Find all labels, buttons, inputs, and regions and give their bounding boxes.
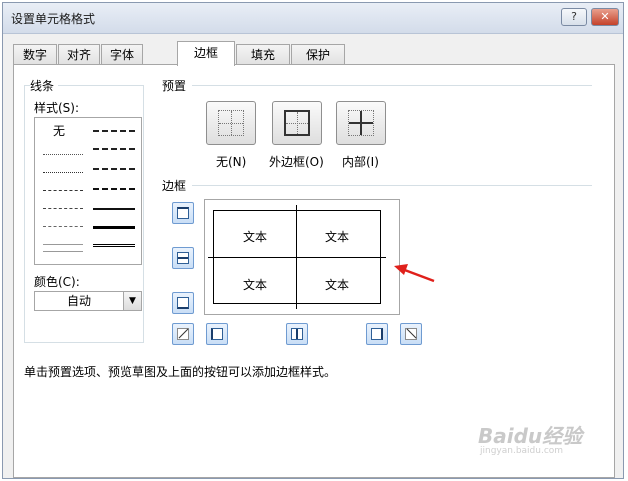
line-style-list[interactable]: 无 (34, 117, 142, 265)
tab-alignment[interactable]: 对齐 (58, 44, 100, 65)
line-style-label: 样式(S): (34, 99, 84, 116)
format-cells-dialog: 设置单元格格式 ? ✕ 数字 对齐 字体 边框 填充 保护 线条 样式(S): … (2, 2, 624, 479)
line-group-title: 线条 (30, 77, 59, 94)
line-style-double[interactable] (93, 244, 135, 250)
line-style-thick[interactable] (93, 226, 135, 229)
preset-none-label[interactable]: 无(N) (216, 153, 246, 170)
line-style-none[interactable]: 无 (53, 122, 65, 139)
preview-inner-horizontal (208, 257, 386, 258)
preset-inside-button[interactable] (336, 101, 386, 145)
border-bottom-button[interactable] (172, 292, 194, 314)
preview-cell-text: 文本 (243, 278, 268, 292)
hint-text: 单击预置选项、预览草图及上面的按钮可以添加边框样式。 (24, 365, 337, 379)
preset-inside-icon (348, 110, 374, 136)
help-button[interactable]: ? (561, 8, 587, 26)
line-style-slant-dash[interactable] (93, 148, 135, 150)
line-style-dash-dot[interactable] (43, 208, 83, 209)
arrow-shaft (401, 267, 435, 283)
line-style-dashed-medium[interactable] (93, 188, 135, 190)
border-diagonal-up-button[interactable] (172, 323, 194, 345)
border-left-button[interactable] (206, 323, 228, 345)
preset-outline-button[interactable] (272, 101, 322, 145)
presets-group-title: 预置 (162, 77, 191, 94)
color-select[interactable]: 自动 ▼ (34, 291, 142, 311)
diagonal-up-icon (177, 328, 189, 340)
border-group-title: 边框 (162, 177, 191, 194)
line-style-medium[interactable] (93, 208, 135, 210)
line-style-dash-dot-dot-medium[interactable] (93, 168, 135, 170)
tab-protection[interactable]: 保护 (291, 44, 345, 65)
arrow-head (394, 264, 408, 275)
border-top-icon (177, 207, 189, 219)
line-style-thin[interactable] (43, 244, 83, 252)
border-bottom-icon (177, 297, 189, 309)
border-inside-vertical-icon (291, 328, 303, 340)
preset-outline-icon (284, 110, 310, 136)
border-inside-horizontal-icon (177, 252, 189, 264)
diagonal-down-icon (405, 328, 417, 340)
color-label: 颜色(C): (34, 273, 84, 290)
border-tab-panel: 线条 样式(S): 无 颜色(C): 自动 ▼ 预置 无(N) 外边框(O) 内… (13, 64, 615, 478)
border-separator (192, 185, 592, 186)
tab-font[interactable]: 字体 (101, 44, 143, 65)
color-select-value: 自动 (66, 294, 91, 308)
preset-none-button[interactable] (206, 101, 256, 145)
watermark-logo: Baidu经验 (478, 424, 583, 448)
preset-inside-label[interactable]: 内部(I) (342, 153, 379, 170)
close-button[interactable]: ✕ (591, 8, 619, 26)
line-style-dash-dot-dot[interactable] (43, 190, 83, 191)
line-style-dashed[interactable] (43, 226, 83, 227)
preset-none-icon (218, 110, 244, 136)
tab-border[interactable]: 边框 (177, 41, 235, 66)
line-style-dash-dot-medium[interactable] (93, 130, 135, 132)
border-right-button[interactable] (366, 323, 388, 345)
presets-separator (192, 85, 592, 86)
tab-number[interactable]: 数字 (13, 44, 57, 65)
dialog-title: 设置单元格格式 (11, 12, 96, 26)
preview-cell-text: 文本 (243, 230, 268, 244)
border-preview[interactable]: 文本 文本 文本 文本 (204, 199, 400, 315)
preset-outline-label[interactable]: 外边框(O) (269, 153, 324, 170)
border-right-icon (371, 328, 383, 340)
preview-outline (208, 205, 386, 309)
preview-cell-text: 文本 (325, 230, 350, 244)
border-inside-vertical-button[interactable] (286, 323, 308, 345)
border-top-button[interactable] (172, 202, 194, 224)
red-arrow-annotation (394, 264, 435, 283)
border-diagonal-down-button[interactable] (400, 323, 422, 345)
border-left-icon (211, 328, 223, 340)
preview-cell-text: 文本 (325, 278, 350, 292)
title-bar: 设置单元格格式 ? ✕ (3, 3, 623, 34)
chevron-down-icon[interactable]: ▼ (123, 292, 141, 310)
border-inside-horizontal-button[interactable] (172, 247, 194, 269)
line-style-dotted-fine[interactable] (43, 154, 83, 155)
watermark-url: jingyan.baidu.com (480, 446, 564, 456)
line-style-dotted[interactable] (43, 172, 83, 173)
tab-fill[interactable]: 填充 (236, 44, 290, 65)
